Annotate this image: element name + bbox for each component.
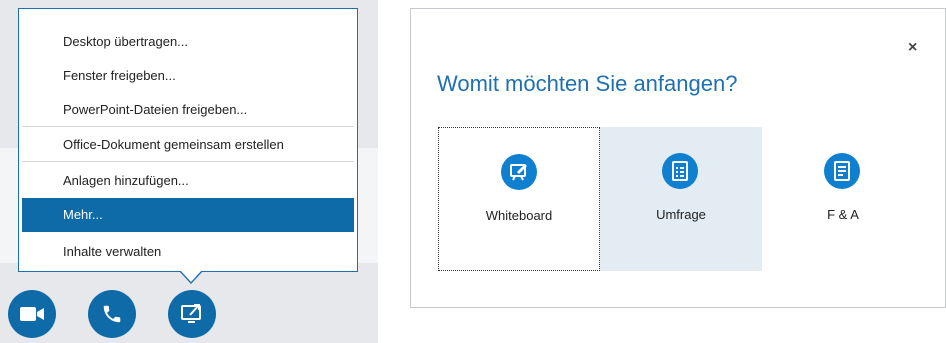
option-qa[interactable]: F & A <box>762 127 924 271</box>
menu-item-add-attachments[interactable]: Anlagen hinzufügen... <box>22 164 354 198</box>
option-whiteboard[interactable]: Whiteboard <box>438 127 600 271</box>
menu-item-share-desktop[interactable]: Desktop übertragen... <box>22 25 354 59</box>
menu-pointer-fill <box>180 270 202 282</box>
menu-item-more[interactable]: Mehr... <box>22 198 354 232</box>
close-icon[interactable]: × <box>908 39 917 57</box>
option-poll-label: Umfrage <box>656 207 706 222</box>
menu-item-share-powerpoint[interactable]: PowerPoint-Dateien freigeben... <box>22 93 354 127</box>
share-content-button[interactable] <box>168 290 216 338</box>
video-camera-icon <box>20 307 44 321</box>
option-qa-label: F & A <box>827 207 859 222</box>
option-poll[interactable]: Umfrage <box>600 127 762 271</box>
phone-button[interactable] <box>88 290 136 338</box>
qa-icon <box>824 153 860 189</box>
menu-item-share-window[interactable]: Fenster freigeben... <box>22 59 354 93</box>
dialog-title: Womit möchten Sie anfangen? <box>437 71 738 96</box>
whiteboard-icon <box>501 154 537 190</box>
option-whiteboard-label: Whiteboard <box>485 208 553 223</box>
phone-icon <box>103 305 121 323</box>
video-button[interactable] <box>8 290 56 338</box>
start-dialog: × Womit möchten Sie anfangen? Whiteboard… <box>410 8 946 308</box>
share-content-menu: Desktop übertragen... Fenster freigeben.… <box>18 8 358 272</box>
poll-icon <box>662 153 698 189</box>
menu-item-coauthor-office[interactable]: Office-Dokument gemeinsam erstellen <box>22 128 354 162</box>
share-screen-icon <box>181 304 201 323</box>
menu-item-manage-content[interactable]: Inhalte verwalten <box>22 235 354 269</box>
